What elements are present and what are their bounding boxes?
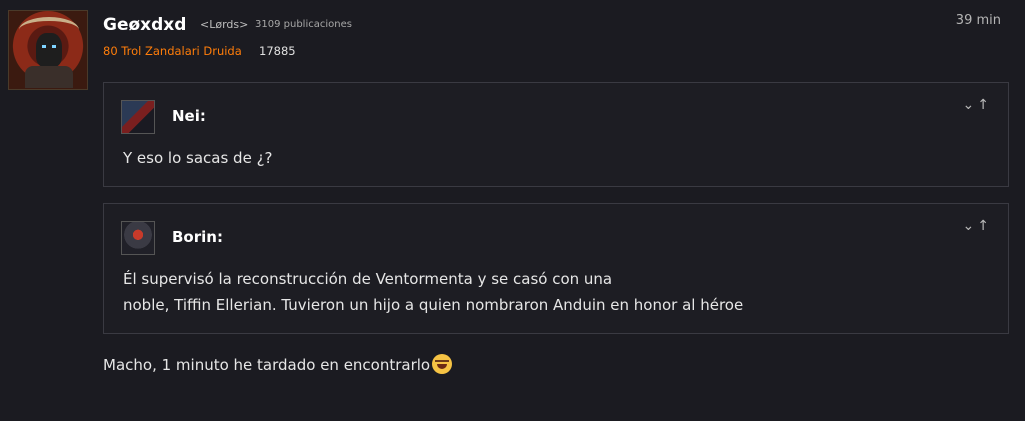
quote-block: Nei: ⌄↑ Y eso lo sacas de ¿? [103,82,1009,187]
quote-text-line: Y eso lo sacas de ¿? [123,149,273,167]
quote-author-avatar[interactable] [121,100,155,134]
quote-text: Él supervisó la reconstrucción de Ventor… [123,266,743,318]
quote-block: Borin: ⌄↑ Él supervisó la reconstrucción… [103,203,1009,334]
quote-controls: ⌄↑ [963,97,992,113]
reply-body: Macho, 1 minuto he tardado en encontrarl… [103,354,453,374]
arrow-up-icon[interactable]: ↑ [977,97,992,113]
reply-text: Macho, 1 minuto he tardado en encontrarl… [103,356,431,374]
achievement-points: 17885 [259,44,296,58]
post-count: 3109 publicaciones [255,19,352,30]
guild-name: <Lørds> [200,18,249,31]
username[interactable]: Geøxdxd [103,15,186,35]
avatar-eye-right [52,45,56,48]
avatar-eye-left [42,45,46,48]
quote-author-avatar[interactable] [121,221,155,255]
post-timestamp[interactable]: 39 min [956,13,1001,28]
avatar-face [36,33,62,67]
chevron-down-icon[interactable]: ⌄ [963,218,978,234]
quote-controls: ⌄↑ [963,218,992,234]
quote-text-line: Él supervisó la reconstrucción de Ventor… [123,270,613,288]
user-avatar[interactable] [8,10,88,90]
quote-text: Y eso lo sacas de ¿? [123,145,273,171]
avatar-chest [25,66,73,88]
arrow-up-icon[interactable]: ↑ [977,218,992,234]
quote-author-name: Borin: [172,228,223,246]
chevron-down-icon[interactable]: ⌄ [963,97,978,113]
quote-author-name: Nei: [172,107,206,125]
character-class-line: 80 Trol Zandalari Druida [103,44,242,58]
tears-of-joy-emoji-icon [432,354,453,374]
quote-text-line: noble, Tiffin Ellerian. Tuvieron un hijo… [123,296,744,314]
